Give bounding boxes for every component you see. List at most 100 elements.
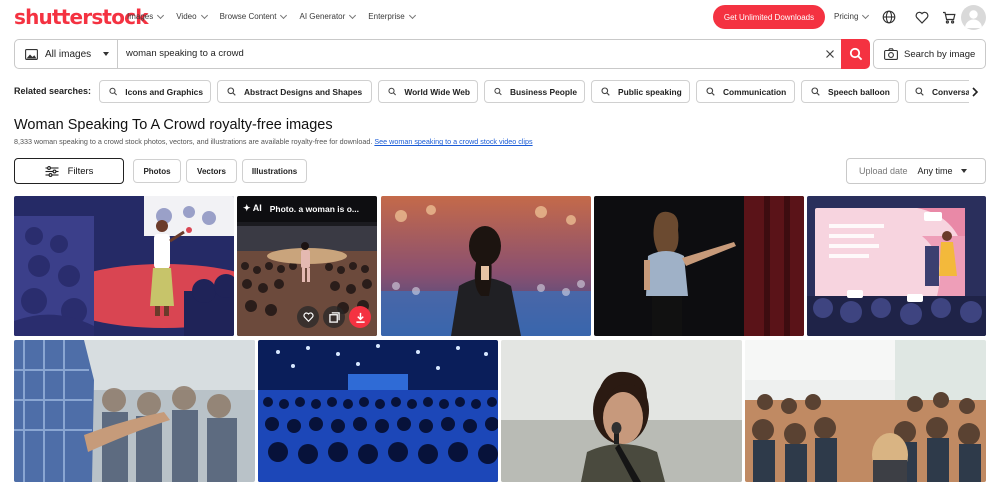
image-type-dropdown[interactable]: All images xyxy=(15,40,118,68)
find-similar-button[interactable] xyxy=(323,306,345,328)
nav-images[interactable]: Images xyxy=(127,11,165,21)
related-searches-list: Icons and Graphics Abstract Designs and … xyxy=(99,80,969,104)
ai-image-caption: Photo. a woman is o... xyxy=(269,203,359,214)
nav-enterprise-label: Enterprise xyxy=(368,12,405,21)
tab-photos[interactable]: Photos xyxy=(133,159,181,183)
related-chip[interactable]: Speech balloon xyxy=(801,80,899,103)
similar-images-icon xyxy=(328,311,340,323)
upload-date-value: Any time xyxy=(917,166,953,176)
get-unlimited-downloads-button[interactable]: Get Unlimited Downloads xyxy=(713,5,825,29)
image-icon xyxy=(25,48,38,60)
related-chip[interactable]: Communication xyxy=(696,80,795,103)
save-to-favorites-button[interactable] xyxy=(297,306,319,328)
woman-pointing-photo xyxy=(594,196,804,336)
related-chip[interactable]: Abstract Designs and Shapes xyxy=(217,80,372,103)
related-chip[interactable]: Icons and Graphics xyxy=(99,80,211,103)
search-icon xyxy=(601,87,610,96)
page-title: Woman Speaking To A Crowd royalty-free i… xyxy=(14,117,333,133)
results-subtitle: 8,333 woman speaking to a crowd stock ph… xyxy=(14,137,533,146)
tab-vectors[interactable]: Vectors xyxy=(186,159,237,183)
sliders-icon xyxy=(45,165,59,177)
speaker-back-view-photo xyxy=(381,196,591,336)
related-chip-label: Communication xyxy=(723,86,787,97)
caret-down-icon xyxy=(960,169,967,173)
nav-ai-generator[interactable]: AI Generator xyxy=(299,11,357,21)
chevron-right-icon[interactable] xyxy=(968,85,982,99)
nav-enterprise[interactable]: Enterprise xyxy=(368,11,416,21)
nav-browse-content-label: Browse Content xyxy=(219,12,277,21)
cart-icon[interactable] xyxy=(939,7,959,27)
related-chip-label: Business People xyxy=(509,86,577,97)
tab-illustrations[interactable]: Illustrations xyxy=(242,159,307,183)
blue-conference-hall-photo xyxy=(258,340,498,482)
image-result[interactable] xyxy=(807,196,986,336)
nav-video-label: Video xyxy=(176,12,197,21)
related-chip-label: Speech balloon xyxy=(828,86,890,97)
video-clips-link[interactable]: See woman speaking to a crowd stock vide… xyxy=(374,137,532,146)
image-result[interactable] xyxy=(745,340,986,482)
search-icon xyxy=(811,87,820,96)
chevron-down-icon xyxy=(349,11,357,19)
image-type-label: All images xyxy=(45,48,92,60)
search-by-image-button[interactable]: Search by image xyxy=(873,39,986,69)
related-chip[interactable]: World Wide Web xyxy=(378,80,478,103)
woman-microphone-photo xyxy=(501,340,742,482)
search-icon xyxy=(915,87,924,96)
related-chip-label: Icons and Graphics xyxy=(125,86,203,97)
image-result[interactable] xyxy=(594,196,804,336)
related-chip-label: Conversa xyxy=(932,86,969,97)
heart-icon[interactable] xyxy=(912,7,932,27)
image-result[interactable]: ✦ AI Photo. a woman is o... xyxy=(237,196,377,336)
chevron-down-icon xyxy=(200,11,208,19)
search-input[interactable]: woman speaking to a crowd xyxy=(126,48,244,59)
image-result[interactable] xyxy=(501,340,742,482)
related-chip[interactable]: Business People xyxy=(484,80,585,103)
image-result[interactable] xyxy=(14,340,255,482)
chevron-down-icon xyxy=(280,11,288,19)
download-icon xyxy=(355,312,365,323)
related-searches-label: Related searches: xyxy=(14,86,92,96)
search-icon xyxy=(109,87,117,96)
image-result[interactable] xyxy=(14,196,234,336)
lecture-hall-audience-photo xyxy=(745,340,986,482)
related-chip[interactable]: Public speaking xyxy=(591,80,690,103)
chevron-down-icon xyxy=(862,11,870,19)
globe-icon[interactable] xyxy=(879,7,899,27)
related-chip-label: Abstract Designs and Shapes xyxy=(244,86,363,97)
filters-button[interactable]: Filters xyxy=(14,158,124,184)
user-avatar[interactable] xyxy=(961,5,986,30)
search-icon xyxy=(388,87,397,96)
search-icon xyxy=(494,87,502,96)
upload-date-label: Upload date xyxy=(859,166,908,176)
search-icon xyxy=(227,87,236,96)
stage-speaker-illustration xyxy=(14,196,234,336)
image-actions xyxy=(297,306,371,328)
camera-search-icon xyxy=(884,48,898,60)
chevron-down-icon xyxy=(408,11,416,19)
filters-label: Filters xyxy=(67,165,94,177)
ai-sparkle-icon: ✦ AI xyxy=(243,203,262,213)
nav-images-label: Images xyxy=(127,12,154,21)
chevron-down-icon xyxy=(157,11,165,19)
search-icon xyxy=(706,87,715,96)
clear-search-icon[interactable] xyxy=(823,47,837,61)
search-bar: All images woman speaking to a crowd xyxy=(14,39,870,69)
search-icon xyxy=(849,47,862,61)
download-button[interactable] xyxy=(349,306,371,328)
nav-video[interactable]: Video xyxy=(176,11,208,21)
main-nav: Images Video Browse Content AI Generator… xyxy=(127,11,428,21)
related-chip-label: World Wide Web xyxy=(404,86,470,97)
nav-browse-content[interactable]: Browse Content xyxy=(219,11,288,21)
search-button[interactable] xyxy=(841,39,870,69)
image-result[interactable] xyxy=(381,196,591,336)
related-chip-label: Public speaking xyxy=(618,86,682,97)
caret-down-icon xyxy=(103,52,110,56)
search-by-image-label: Search by image xyxy=(904,48,976,60)
image-result[interactable] xyxy=(258,340,498,482)
pricing-menu[interactable]: Pricing xyxy=(834,11,870,21)
related-chip[interactable]: Conversa xyxy=(905,80,969,103)
ai-image-badge: ✦ AI Photo. a woman is o... xyxy=(243,203,359,214)
upload-date-dropdown[interactable]: Upload date Any time xyxy=(846,158,986,184)
presentation-screen-illustration xyxy=(807,196,986,336)
top-header: shutterstock Images Video Browse Content… xyxy=(0,0,1000,34)
